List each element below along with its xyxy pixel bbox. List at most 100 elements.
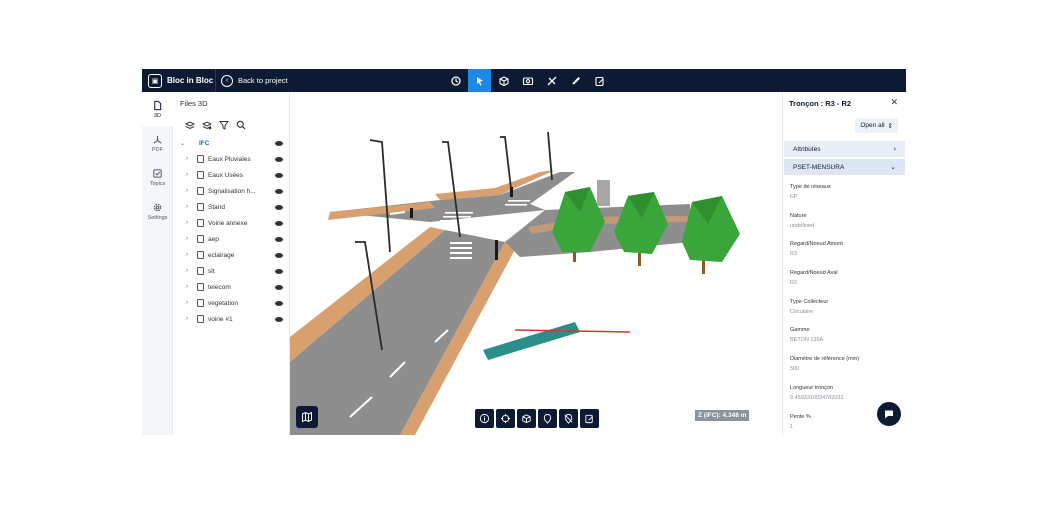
file-icon <box>197 203 204 211</box>
tree-item[interactable]: › aep <box>173 231 290 247</box>
tree-item[interactable]: › Eaux Usées <box>173 167 290 183</box>
select-tool-button[interactable] <box>468 69 491 92</box>
pin-off-icon <box>564 413 573 424</box>
layers-gear-icon <box>202 121 212 130</box>
measure-icon <box>547 76 556 85</box>
chat-button[interactable] <box>877 402 901 426</box>
tree-item[interactable]: › vegetation <box>173 295 290 311</box>
file-icon <box>197 219 204 227</box>
3d-scene[interactable] <box>290 92 782 435</box>
chevron-right-icon[interactable]: › <box>186 156 188 162</box>
eye-icon[interactable] <box>275 284 283 290</box>
eye-icon[interactable] <box>275 236 283 242</box>
chevron-down-icon[interactable]: ⌄ <box>180 140 185 147</box>
divider <box>215 69 216 92</box>
chevron-right-icon[interactable]: › <box>186 268 188 274</box>
eye-icon[interactable] <box>275 268 283 274</box>
edit-icon <box>594 76 604 86</box>
back-to-project-button[interactable]: ‹ Back to project <box>221 69 288 92</box>
map-toggle-button[interactable] <box>296 406 318 428</box>
property-value: BETON 135A <box>790 337 824 344</box>
target-button[interactable] <box>496 409 515 428</box>
eye-icon[interactable] <box>275 172 283 178</box>
eye-icon[interactable] <box>275 140 283 146</box>
open-all-button[interactable]: Open all ⇕ <box>855 118 898 133</box>
search-button[interactable] <box>235 119 247 131</box>
rail-item-pdf[interactable]: PDF <box>142 126 173 160</box>
tree-item[interactable]: › slt <box>173 263 290 279</box>
brand-name: Bloc in Bloc <box>167 76 214 85</box>
tree-item[interactable]: › Stand <box>173 199 290 215</box>
tree-item-label: Eaux Usées <box>208 171 244 179</box>
tree-item-label: telecom <box>208 283 231 291</box>
eye-icon[interactable] <box>275 188 283 194</box>
eye-icon[interactable] <box>275 252 283 258</box>
chevron-right-icon[interactable]: › <box>186 316 188 322</box>
tree-item[interactable]: › voirie #1 <box>173 311 290 327</box>
pin-off-button[interactable] <box>559 409 578 428</box>
camera-tool-button[interactable] <box>516 69 539 92</box>
chevron-right-icon[interactable]: › <box>186 300 188 306</box>
add-layer-button[interactable] <box>184 119 196 131</box>
rail-label: 3D <box>153 112 162 119</box>
z-coordinate-badge: Z (IFC): 4.348 m <box>695 410 750 421</box>
close-icon[interactable]: ✕ <box>890 97 898 108</box>
property-value: R2 <box>790 280 798 287</box>
rail-item-topics[interactable]: Topics <box>142 160 173 194</box>
annotate-button[interactable] <box>580 409 599 428</box>
logo-icon: ▣ <box>148 73 162 88</box>
tree-item[interactable]: › Signalisation h... <box>173 183 290 199</box>
rail-item-settings[interactable]: Settings <box>142 194 173 228</box>
eye-icon[interactable] <box>275 316 283 322</box>
chevron-right-icon[interactable]: › <box>186 284 188 290</box>
pen-tool-button[interactable] <box>564 69 587 92</box>
layers-settings-button[interactable] <box>201 119 213 131</box>
property-key: Type de réseaux <box>790 184 831 190</box>
file-icon <box>197 187 204 195</box>
tree-item[interactable]: › eclairage <box>173 247 290 263</box>
back-label: Back to project <box>238 76 288 85</box>
eye-icon[interactable] <box>275 156 283 162</box>
property-value: R3 <box>790 251 798 258</box>
tree-item[interactable]: › Eaux Pluviales <box>173 151 290 167</box>
eye-icon[interactable] <box>275 204 283 210</box>
tree-root-label: IFC <box>199 139 210 147</box>
section-label: PSET-MENSURA <box>793 163 845 171</box>
filter-icon <box>219 121 229 130</box>
property-value: 500 <box>790 366 800 373</box>
edit-tool-button[interactable] <box>588 69 611 92</box>
file-icon <box>197 267 204 275</box>
info-button[interactable] <box>475 409 494 428</box>
chevron-right-icon[interactable]: › <box>186 252 188 258</box>
file-icon <box>197 171 204 179</box>
tree-item[interactable]: › Voirie annexe <box>173 215 290 231</box>
chevron-right-icon[interactable]: › <box>186 236 188 242</box>
eye-icon[interactable] <box>275 220 283 226</box>
box-button[interactable] <box>517 409 536 428</box>
rail-item-3d[interactable]: 3D <box>142 92 173 126</box>
property-key: Longueur tronçon <box>790 384 834 391</box>
3d-viewport[interactable]: Z (IFC): 4.348 m <box>290 92 782 435</box>
filter-button[interactable] <box>218 119 230 131</box>
eye-icon[interactable] <box>275 300 283 306</box>
tree-item[interactable]: › telecom <box>173 279 290 295</box>
files-toolbar <box>184 119 247 131</box>
tree-item-label: vegetation <box>208 299 238 307</box>
brand[interactable]: ▣ Bloc in Bloc <box>148 69 213 92</box>
measure-tool-button[interactable] <box>540 69 563 92</box>
history-tool-button[interactable] <box>444 69 467 92</box>
section-label: Attributes <box>793 145 821 153</box>
pin-button[interactable] <box>538 409 557 428</box>
pipe[interactable] <box>483 322 580 360</box>
cube-tool-button[interactable] <box>492 69 515 92</box>
chevron-right-icon[interactable]: › <box>186 172 188 178</box>
tree-item-label: Stand <box>208 203 225 211</box>
chevron-right-icon[interactable]: › <box>186 204 188 210</box>
tree <box>614 192 668 266</box>
chevron-right-icon[interactable]: › <box>186 220 188 226</box>
section-pset-mensura[interactable]: PSET-MENSURA ⌄ <box>784 159 905 175</box>
files-title: Files 3D <box>180 99 208 108</box>
section-attributes[interactable]: Attributes › <box>784 141 905 157</box>
chevron-right-icon[interactable]: › <box>186 188 188 194</box>
tree-root[interactable]: ⌄ IFC <box>173 135 290 151</box>
